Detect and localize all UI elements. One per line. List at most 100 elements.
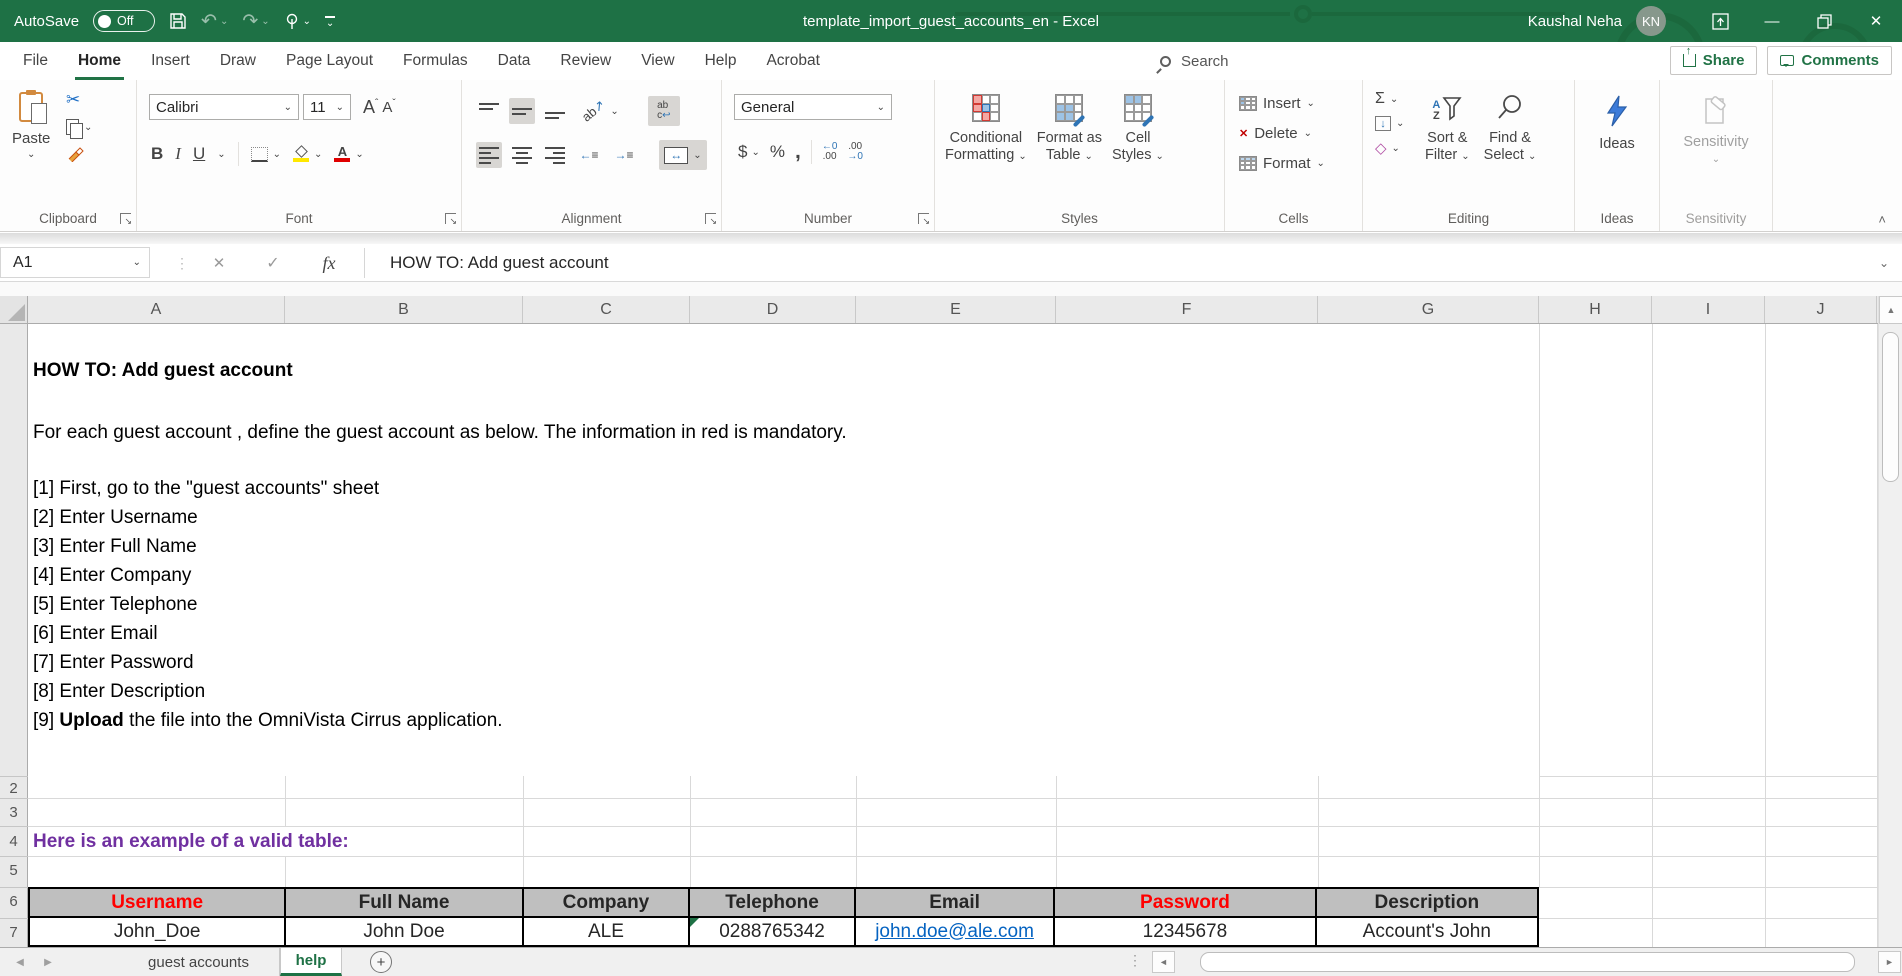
sheet-nav-left-icon[interactable]: ◀ (8, 948, 32, 976)
header-telephone[interactable]: Telephone (690, 889, 856, 918)
align-right-button[interactable] (542, 142, 568, 168)
name-box[interactable]: A1 ⌄ (0, 247, 150, 278)
tab-draw[interactable]: Draw (205, 42, 271, 80)
expand-formula-bar-icon[interactable]: ⌄ (1874, 244, 1894, 282)
column-header-h[interactable]: H (1539, 296, 1652, 323)
accounting-format-button[interactable]: $ ⌄ (738, 142, 760, 162)
search-box[interactable]: Search (1160, 42, 1229, 80)
sheet-tab-help[interactable]: help (280, 948, 342, 976)
row-header-5[interactable]: 5 (0, 862, 27, 879)
format-as-table-button[interactable]: Format as Table ⌄ (1037, 94, 1102, 165)
wrap-text-button[interactable]: abc↩ (648, 96, 680, 126)
row-header-4[interactable]: 4 (0, 833, 27, 850)
scroll-left-button[interactable]: ◄ (1152, 951, 1175, 973)
minimize-button[interactable]: — (1746, 0, 1798, 42)
format-cells-button[interactable]: Format ⌄ (1239, 148, 1325, 178)
format-painter-button[interactable] (66, 144, 92, 167)
comments-button[interactable]: Comments (1767, 46, 1892, 75)
ribbon-display-options-button[interactable] (1694, 0, 1746, 42)
paste-button[interactable]: Paste ⌄ (12, 92, 50, 160)
column-header-f[interactable]: F (1056, 296, 1318, 323)
font-name-select[interactable]: Calibri ⌄ (149, 94, 299, 120)
clipboard-dialog-launcher[interactable] (120, 213, 131, 224)
clear-button[interactable]: ◇ ⌄ (1375, 139, 1404, 157)
tab-scroll-splitter[interactable]: ⋮ (1128, 952, 1141, 969)
column-header-i[interactable]: I (1652, 296, 1765, 323)
number-dialog-launcher[interactable] (918, 213, 929, 224)
cell-a1-title[interactable]: HOW TO: Add guest account (33, 360, 293, 382)
user-avatar[interactable]: KN (1636, 6, 1666, 36)
row-header-6[interactable]: 6 (0, 893, 27, 910)
new-sheet-button[interactable]: + (370, 951, 392, 973)
fill-color-button[interactable]: ⌄ (293, 147, 322, 162)
tab-acrobat[interactable]: Acrobat (751, 42, 834, 80)
header-description[interactable]: Description (1317, 889, 1537, 918)
tab-data[interactable]: Data (483, 42, 546, 80)
cell-telephone[interactable]: 0288765342 (690, 918, 856, 945)
redo-button[interactable]: ↷ ⌄ (242, 10, 269, 33)
delete-cells-button[interactable]: ✕ Delete ⌄ (1239, 118, 1325, 148)
customize-quick-access-toolbar-button[interactable]: ⌄ (325, 16, 335, 27)
conditional-formatting-button[interactable]: Conditional Formatting ⌄ (945, 94, 1027, 165)
number-format-select[interactable]: General ⌄ (734, 94, 892, 120)
autosave-toggle[interactable]: Off (93, 10, 155, 32)
decrease-decimal-button[interactable]: .00→0 (847, 142, 863, 162)
vertical-scroll-thumb[interactable] (1882, 332, 1899, 482)
user-name[interactable]: Kaushal Neha (1528, 13, 1622, 30)
column-header-d[interactable]: D (690, 296, 856, 323)
close-button[interactable]: ✕ (1850, 0, 1902, 42)
scroll-up-button[interactable]: ▲ (1879, 296, 1902, 324)
cell-username[interactable]: John_Doe (30, 918, 286, 945)
underline-button[interactable]: U (193, 144, 205, 164)
bottom-align-button[interactable] (542, 98, 568, 124)
column-header-c[interactable]: C (523, 296, 690, 323)
comma-style-button[interactable]: , (795, 140, 801, 164)
save-icon[interactable] (169, 12, 187, 30)
vertical-scrollbar[interactable]: ▲ (1878, 296, 1902, 947)
select-all-button[interactable] (0, 296, 28, 323)
find-select-button[interactable]: Find & Select ⌄ (1484, 92, 1537, 165)
sheet-tab-guest-accounts[interactable]: guest accounts (118, 948, 280, 976)
center-button[interactable] (509, 142, 535, 168)
increase-indent-button[interactable]: →≡ (610, 142, 638, 168)
column-header-b[interactable]: B (285, 296, 523, 323)
tab-help[interactable]: Help (690, 42, 752, 80)
touch-mouse-mode-button[interactable]: ⌄ (284, 12, 311, 30)
header-username[interactable]: Username (30, 889, 286, 918)
underline-chevron-icon[interactable]: ⌄ (217, 149, 225, 160)
sheet-nav-right-icon[interactable]: ▶ (36, 948, 60, 976)
insert-cells-button[interactable]: Insert ⌄ (1239, 88, 1325, 118)
enter-icon[interactable]: ✓ (258, 244, 288, 282)
cell-password[interactable]: 12345678 (1055, 918, 1316, 945)
formula-bar-grip-icon[interactable]: ⋮ (172, 244, 192, 282)
header-company[interactable]: Company (524, 889, 691, 918)
font-size-select[interactable]: 11 ⌄ (303, 94, 351, 120)
tab-page-layout[interactable]: Page Layout (271, 42, 388, 80)
column-header-g[interactable]: G (1318, 296, 1539, 323)
percent-style-button[interactable]: % (770, 142, 785, 162)
column-header-e[interactable]: E (856, 296, 1056, 323)
borders-button[interactable]: ⌄ (251, 147, 281, 162)
row-header-7[interactable]: 7 (0, 924, 27, 941)
fill-button[interactable]: ↓ ⌄ (1375, 116, 1404, 131)
cut-button[interactable]: ✂ (66, 90, 92, 110)
insert-function-icon[interactable]: fx (314, 244, 344, 282)
increase-font-size-button[interactable]: Aˆ (363, 97, 378, 118)
tab-home[interactable]: Home (63, 42, 136, 80)
tab-insert[interactable]: Insert (136, 42, 205, 80)
bold-button[interactable]: B (151, 144, 163, 164)
tab-formulas[interactable]: Formulas (388, 42, 483, 80)
cell-description[interactable]: Account's John (1317, 918, 1537, 945)
cell-company[interactable]: ALE (524, 918, 691, 945)
horizontal-scroll-thumb[interactable] (1200, 952, 1855, 972)
top-align-button[interactable] (476, 98, 502, 124)
formula-input[interactable]: HOW TO: Add guest account (390, 244, 609, 282)
header-full-name[interactable]: Full Name (286, 889, 523, 918)
align-left-button[interactable] (476, 142, 502, 168)
row-header-2[interactable]: 2 (0, 780, 27, 797)
decrease-font-size-button[interactable]: Aˇ (382, 98, 395, 116)
middle-align-button[interactable] (509, 98, 535, 124)
header-password[interactable]: Password (1055, 889, 1316, 918)
copy-button[interactable]: ⌄ (66, 119, 92, 135)
alignment-dialog-launcher[interactable] (705, 213, 716, 224)
